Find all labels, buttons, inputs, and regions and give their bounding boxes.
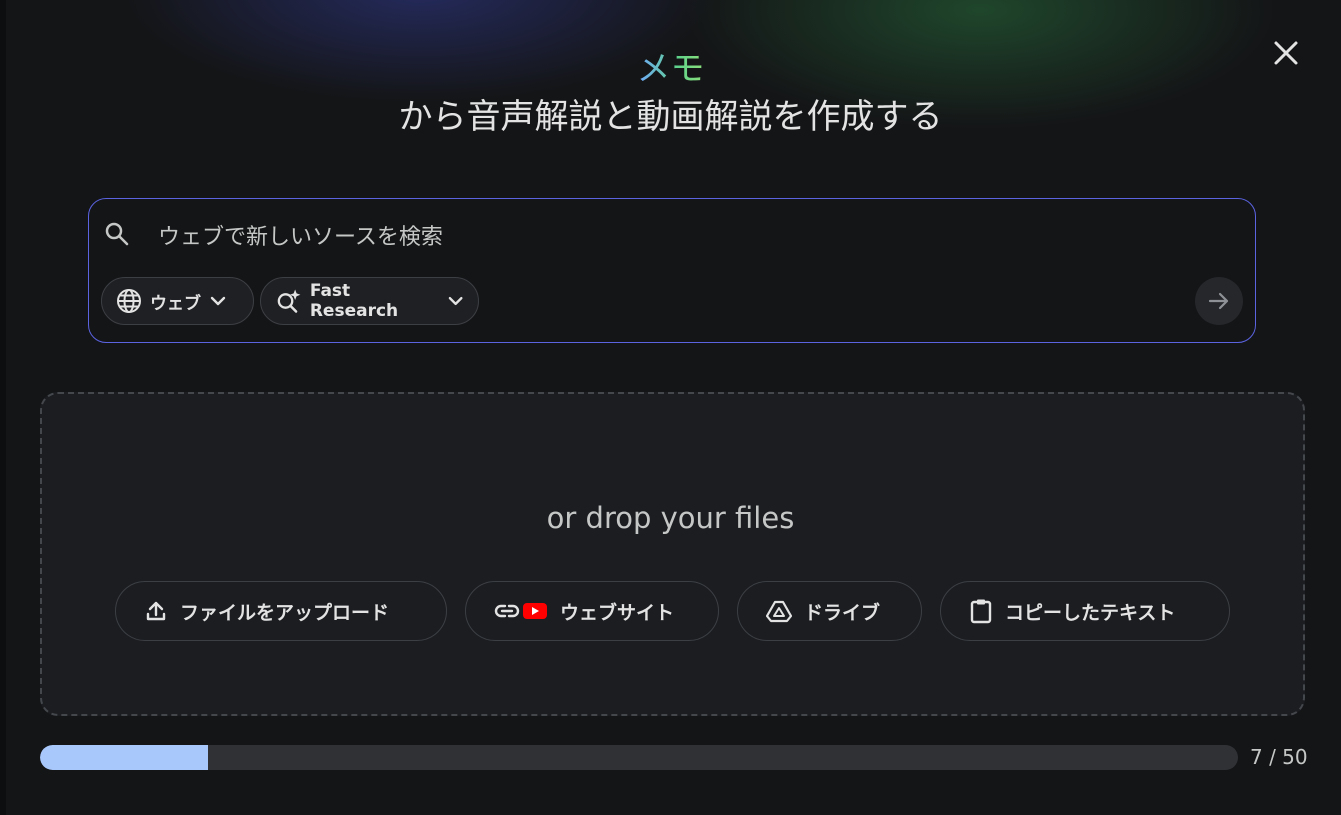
link-icon	[494, 604, 520, 618]
dialog-title-accent: メモ	[636, 49, 705, 89]
upload-file-button[interactable]: ファイルをアップロード	[115, 581, 447, 641]
upload-file-label: ファイルをアップロード	[180, 601, 390, 624]
add-drive-label: ドライブ	[804, 601, 881, 624]
paste-text-label: コピーしたテキスト	[1005, 601, 1176, 624]
paste-text-button[interactable]: コピーしたテキスト	[940, 581, 1230, 641]
youtube-icon	[523, 603, 547, 619]
submit-search-button[interactable]	[1195, 277, 1243, 325]
file-drop-zone[interactable]	[40, 392, 1305, 716]
upload-icon	[146, 601, 166, 621]
drive-icon	[766, 600, 792, 623]
globe-icon	[117, 289, 141, 313]
source-count-label: 7 / 50	[1250, 745, 1308, 769]
research-mode-dropdown[interactable]: Fast Research	[260, 277, 479, 325]
chevron-down-icon	[448, 296, 463, 306]
source-limit-progress	[40, 745, 1238, 770]
arrow-right-icon	[1208, 292, 1229, 310]
source-limit-progress-fill	[40, 745, 208, 770]
dialog-title: から音声解説と動画解説を作成する	[398, 97, 943, 137]
source-type-dropdown[interactable]: ウェブ	[101, 277, 254, 325]
link-youtube-icon	[494, 599, 548, 623]
research-mode-label: Fast Research	[309, 281, 399, 321]
drop-zone-text: or drop your files	[546, 501, 795, 535]
sparkle-search-icon	[277, 289, 301, 313]
search-icon	[104, 221, 130, 247]
chevron-down-icon	[210, 296, 226, 306]
add-website-label: ウェブサイト	[560, 601, 675, 624]
add-website-button[interactable]: ウェブサイト	[465, 581, 719, 641]
search-input[interactable]	[156, 219, 1060, 255]
source-type-label: ウェブ	[150, 293, 201, 314]
clipboard-icon	[970, 599, 992, 624]
add-drive-button[interactable]: ドライブ	[737, 581, 922, 641]
